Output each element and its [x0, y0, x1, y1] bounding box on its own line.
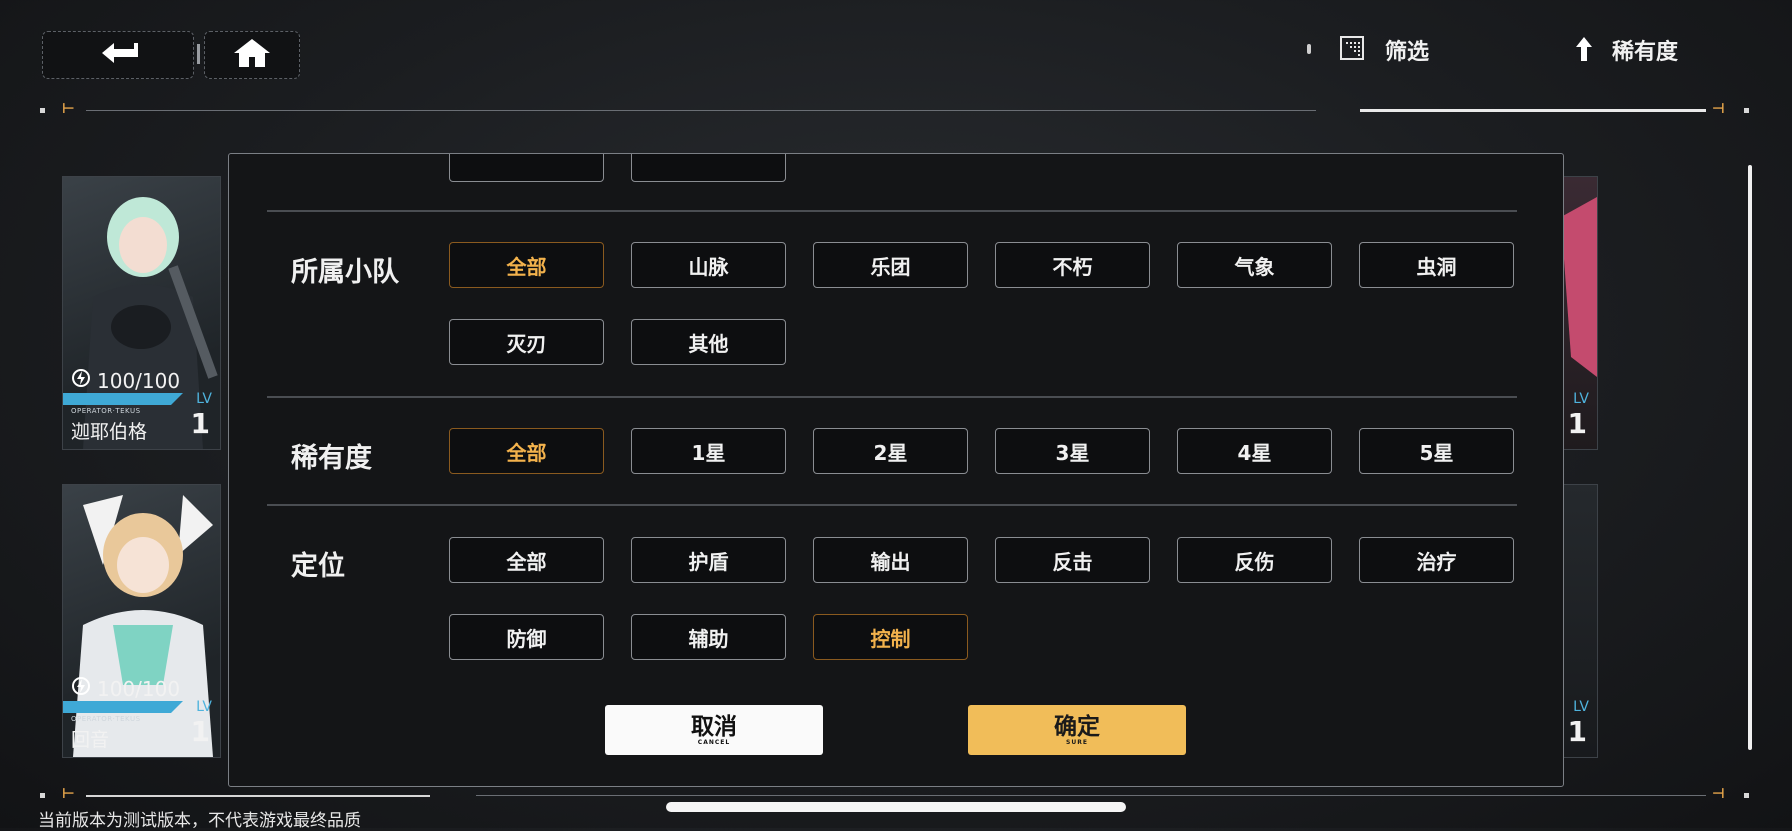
energy-indicator: 100/100: [71, 676, 180, 701]
squad-option[interactable]: 不朽: [995, 242, 1150, 288]
energy-indicator: 100/100: [71, 368, 180, 393]
section-divider: [267, 396, 1517, 398]
rarity-option-all[interactable]: 全部: [449, 428, 604, 474]
level-value: 1: [1567, 715, 1587, 748]
home-indicator[interactable]: [666, 802, 1126, 812]
operator-tag: OPERATOR·TEKUS: [71, 407, 141, 415]
filter-grid-icon: [1340, 36, 1364, 64]
level-label: LV: [196, 391, 212, 407]
cancel-button-label: 取消: [691, 713, 737, 740]
clipped-option[interactable]: [631, 154, 786, 182]
position-option[interactable]: 辅助: [631, 614, 786, 660]
filter-button[interactable]: 筛选: [1303, 32, 1443, 68]
level-value: 1: [1567, 407, 1587, 440]
rail-tick: ⊢: [62, 786, 75, 802]
sort-label: 稀有度: [1612, 40, 1679, 65]
test-version-notice: 当前版本为测试版本，不代表游戏最终品质: [38, 811, 361, 831]
rail-dot: [40, 108, 45, 113]
squad-option[interactable]: 乐团: [813, 242, 968, 288]
confirm-button-sublabel: SURE: [1066, 738, 1088, 746]
squad-option[interactable]: 其他: [631, 319, 786, 365]
rail-dot: [40, 793, 45, 798]
position-option[interactable]: 护盾: [631, 537, 786, 583]
sort-button[interactable]: 稀有度: [1570, 32, 1690, 68]
squad-option-all[interactable]: 全部: [449, 242, 604, 288]
rarity-option[interactable]: 4星: [1177, 428, 1332, 474]
character-name: 回音: [71, 729, 110, 751]
cancel-button-sublabel: CANCEL: [697, 738, 731, 746]
bottom-rail-line-bright: [86, 795, 430, 797]
level-label: LV: [196, 699, 212, 715]
level-bar: [63, 393, 183, 405]
rail-dot: [1744, 108, 1749, 113]
position-option[interactable]: 反伤: [1177, 537, 1332, 583]
rarity-option[interactable]: 3星: [995, 428, 1150, 474]
position-option[interactable]: 输出: [813, 537, 968, 583]
cancel-button[interactable]: 取消 CANCEL: [605, 705, 823, 755]
position-option-all[interactable]: 全部: [449, 537, 604, 583]
lightning-icon: [71, 368, 91, 393]
character-name: 迦耶伯格: [71, 421, 148, 443]
rail-tick: ⊣: [1712, 101, 1725, 117]
bottom-rail-line: [476, 795, 1706, 796]
level-value: 1: [190, 715, 210, 748]
list-scrollbar[interactable]: [1748, 165, 1752, 750]
rarity-option[interactable]: 2星: [813, 428, 968, 474]
level-label: LV: [1573, 391, 1589, 407]
sort-up-arrow-icon: [1574, 35, 1594, 67]
top-rail-line-bright: [1360, 109, 1706, 112]
rarity-section-title: 稀有度: [291, 443, 372, 474]
squad-option[interactable]: 虫洞: [1359, 242, 1514, 288]
position-option[interactable]: 防御: [449, 614, 604, 660]
rarity-option[interactable]: 1星: [631, 428, 786, 474]
energy-value: 100/100: [97, 676, 181, 701]
squad-section-title: 所属小队: [291, 257, 399, 288]
squad-option[interactable]: 气象: [1177, 242, 1332, 288]
top-rail-line: [86, 110, 1316, 111]
energy-value: 100/100: [97, 368, 181, 393]
position-section-title: 定位: [291, 551, 345, 582]
squad-option[interactable]: 山脉: [631, 242, 786, 288]
position-option[interactable]: 反击: [995, 537, 1150, 583]
character-card[interactable]: 100/100 OPERATOR·TEKUS 迦耶伯格 LV 1: [62, 176, 221, 450]
confirm-button[interactable]: 确定 SURE: [968, 705, 1186, 755]
level-label: LV: [1573, 699, 1589, 715]
back-arrow-icon: [96, 40, 140, 70]
back-button[interactable]: [42, 31, 194, 79]
rail-tick: ⊣: [1712, 786, 1725, 802]
position-option[interactable]: 治疗: [1359, 537, 1514, 583]
level-bar: [63, 701, 183, 713]
section-divider: [267, 504, 1517, 506]
confirm-button-label: 确定: [1054, 713, 1100, 740]
position-option-control[interactable]: 控制: [813, 614, 968, 660]
level-value: 1: [190, 407, 210, 440]
home-icon: [232, 37, 272, 73]
rail-tick: ⊢: [62, 101, 75, 117]
section-divider: [267, 210, 1517, 212]
filter-label: 筛选: [1385, 40, 1430, 65]
clipped-option[interactable]: [449, 154, 604, 182]
indicator-dot-icon: [1307, 44, 1311, 54]
squad-option[interactable]: 灭刃: [449, 319, 604, 365]
top-separator: [197, 44, 200, 64]
operator-tag: OPERATOR·TEKUS: [71, 715, 141, 723]
lightning-icon: [71, 676, 91, 701]
character-card[interactable]: 100/100 OPERATOR·TEKUS 回音 LV 1: [62, 484, 221, 758]
rail-dot: [1744, 793, 1749, 798]
rarity-option[interactable]: 5星: [1359, 428, 1514, 474]
filter-dialog: 所属小队 全部 山脉 乐团 不朽 气象 虫洞 灭刃 其他 稀有度 全部 1星 2…: [228, 153, 1564, 787]
home-button[interactable]: [204, 31, 300, 79]
